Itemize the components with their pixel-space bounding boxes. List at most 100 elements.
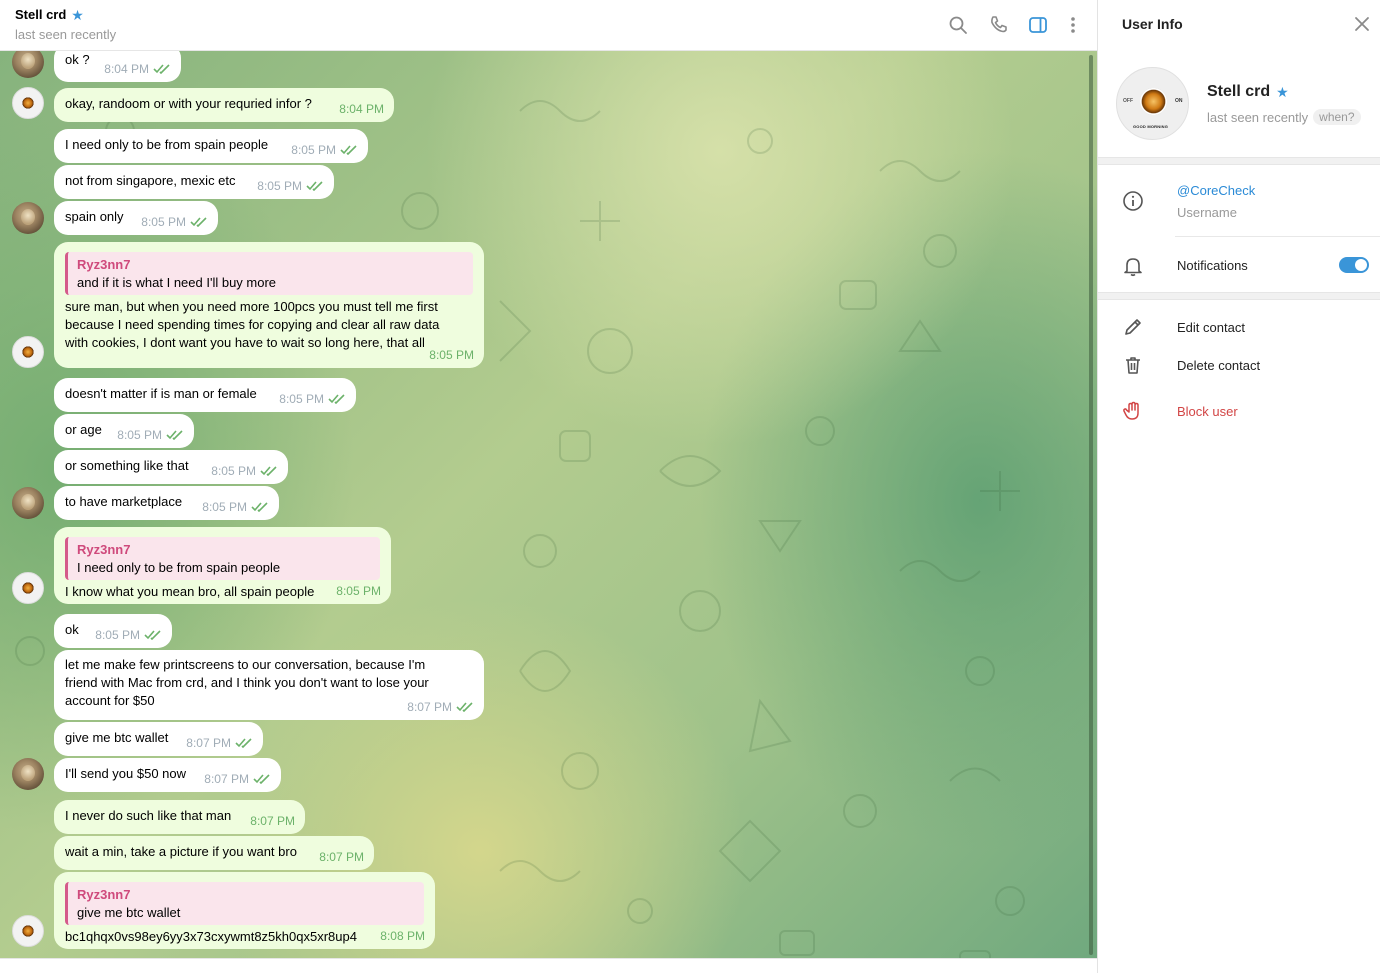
bell-icon [1122, 255, 1144, 277]
avatar-logo-ring [1140, 88, 1167, 115]
profile-name: Stell crd ★ [1207, 83, 1289, 101]
section-divider [1098, 157, 1380, 165]
message-bubble[interactable]: I'll send you $50 now 8:07 PM [54, 758, 281, 792]
close-icon[interactable] [1352, 14, 1372, 34]
message-time: 8:04 PM [104, 62, 149, 76]
profile-status: last seen recently when? [1207, 109, 1361, 125]
user-info-panel: User Info OFF ON GOOD MORNING Stell crd … [1097, 0, 1380, 973]
message-bubble[interactable]: okay, randoom or with your requried info… [54, 88, 394, 122]
quote-author: Ryz3nn7 [77, 887, 131, 902]
message-bubble[interactable]: I need only to be from spain people 8:05… [54, 129, 368, 163]
message-time: 8:07 PM [186, 736, 231, 750]
message-bubble[interactable]: give me btc wallet 8:07 PM [54, 722, 263, 756]
message-bubble[interactable]: doesn't matter if is man or female 8:05 … [54, 378, 356, 412]
message-bubble[interactable]: Ryz3nn7 and if it is what I need I'll bu… [54, 242, 484, 368]
quote-text: and if it is what I need I'll buy more [77, 275, 277, 290]
reply-quote[interactable]: Ryz3nn7 give me btc wallet [65, 882, 424, 925]
message-time: 8:05 PM [141, 215, 186, 229]
reply-quote[interactable]: Ryz3nn7 and if it is what I need I'll bu… [65, 252, 473, 295]
double-check-icon [328, 394, 345, 404]
sidebar-toggle-icon[interactable] [1026, 13, 1050, 37]
quote-text: give me btc wallet [77, 905, 181, 920]
chat-title-text: Stell crd [15, 7, 67, 22]
message-text: give me btc wallet [65, 730, 169, 745]
phone-icon[interactable] [987, 13, 1011, 37]
double-check-icon [235, 738, 252, 748]
message-text-line: friend with Mac from crd, and I think yo… [65, 675, 429, 690]
message-time: 8:07 PM [204, 772, 249, 786]
message-text: to have marketplace [65, 494, 183, 509]
quote-author: Ryz3nn7 [77, 542, 131, 557]
message-bubble[interactable]: spain only 8:05 PM [54, 201, 218, 235]
message-bubble[interactable]: or something like that 8:05 PM [54, 450, 288, 484]
message-bubble[interactable]: to have marketplace 8:05 PM [54, 486, 279, 520]
avatar[interactable] [12, 202, 44, 234]
star-icon: ★ [71, 6, 84, 23]
message-time: 8:07 PM [407, 700, 452, 714]
message-text: doesn't matter if is man or female [65, 386, 257, 401]
message-time: 8:05 PM [257, 179, 302, 193]
avatar[interactable] [12, 758, 44, 790]
avatar-logo-text-on: ON [1175, 98, 1183, 104]
profile-status-text: last seen recently [1207, 109, 1309, 125]
message-text: I know what you mean bro, all spain peop… [65, 584, 315, 599]
avatar[interactable] [12, 572, 44, 604]
message-text: not from singapore, mexic etc [65, 173, 236, 188]
panel-title: User Info [1122, 16, 1183, 32]
double-check-icon [153, 64, 170, 74]
double-check-icon [340, 145, 357, 155]
username-link[interactable]: @CoreCheck [1177, 183, 1255, 198]
message-bubble[interactable]: not from singapore, mexic etc 8:05 PM [54, 165, 334, 199]
search-icon[interactable] [946, 13, 970, 37]
avatar[interactable] [12, 336, 44, 368]
message-text: bc1qhqx0vs98ey6yy3x73cxywmt8z5kh0qx5xr8u… [65, 929, 357, 944]
section-divider [1098, 292, 1380, 300]
trash-icon [1122, 354, 1144, 376]
message-time: 8:05 PM [429, 348, 474, 362]
double-check-icon [166, 430, 183, 440]
chat-scrollbar[interactable] [1089, 55, 1093, 955]
message-bubble[interactable]: let me make few printscreens to our conv… [54, 650, 484, 720]
chat-header: Stell crd ★ last seen recently [0, 0, 1097, 51]
chat-title[interactable]: Stell crd ★ [15, 7, 84, 22]
message-time: 8:05 PM [279, 392, 324, 406]
notifications-toggle[interactable] [1339, 257, 1369, 273]
message-text-line: let me make few printscreens to our conv… [65, 657, 426, 672]
message-bubble[interactable]: Ryz3nn7 give me btc wallet bc1qhqx0vs98e… [54, 872, 435, 949]
message-text: spain only [65, 209, 124, 224]
message-time: 8:07 PM [319, 850, 364, 864]
more-vertical-icon[interactable] [1061, 13, 1085, 37]
message-text: wait a min, take a picture if you want b… [65, 844, 297, 859]
block-user-button[interactable]: Block user [1177, 404, 1238, 419]
avatar[interactable] [12, 87, 44, 119]
username-caption: Username [1177, 205, 1237, 220]
info-icon [1122, 190, 1144, 212]
quote-author: Ryz3nn7 [77, 257, 131, 272]
message-bubble[interactable]: Ryz3nn7 I need only to be from spain peo… [54, 527, 391, 604]
avatar[interactable] [12, 487, 44, 519]
edit-contact-button[interactable]: Edit contact [1177, 320, 1245, 335]
message-time: 8:05 PM [336, 584, 381, 598]
profile-avatar[interactable]: OFF ON GOOD MORNING [1116, 67, 1189, 140]
double-check-icon [144, 630, 161, 640]
message-bubble[interactable]: or age 8:05 PM [54, 414, 194, 448]
chat-status: last seen recently [15, 27, 117, 42]
message-text-line: because I need spending times for copyin… [65, 317, 440, 332]
delete-contact-button[interactable]: Delete contact [1177, 358, 1260, 373]
double-check-icon [253, 774, 270, 784]
star-icon: ★ [1276, 84, 1289, 100]
message-composer[interactable] [0, 958, 1097, 973]
chat-area: Stell crd ★ last seen recently ok ? 8:04… [0, 0, 1097, 973]
when-button[interactable]: when? [1313, 109, 1361, 125]
avatar-logo-text-off: OFF [1123, 98, 1133, 104]
message-bubble[interactable]: I never do such like that man 8:07 PM [54, 800, 305, 834]
message-bubble[interactable]: ok 8:05 PM [54, 614, 172, 648]
double-check-icon [456, 702, 473, 712]
reply-quote[interactable]: Ryz3nn7 I need only to be from spain peo… [65, 537, 380, 580]
message-time: 8:08 PM [380, 929, 425, 943]
message-text: I'll send you $50 now [65, 766, 187, 781]
message-bubble[interactable]: wait a min, take a picture if you want b… [54, 836, 374, 870]
message-time: 8:05 PM [95, 628, 140, 642]
message-text: I need only to be from spain people [65, 137, 269, 152]
avatar[interactable] [12, 915, 44, 947]
